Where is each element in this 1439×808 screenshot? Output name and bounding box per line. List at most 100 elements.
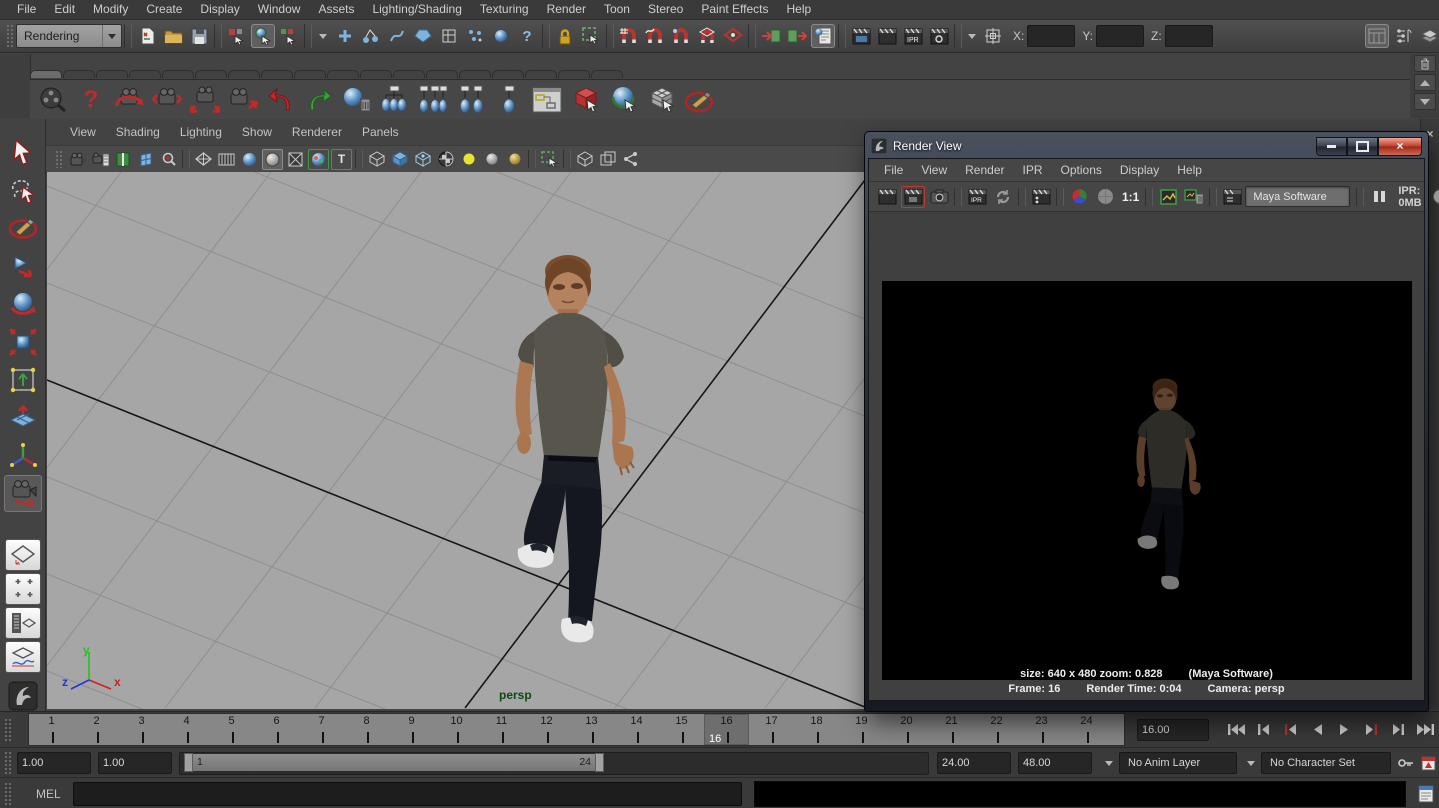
menu-item[interactable]: Texturing	[471, 0, 538, 19]
timeline-frame[interactable]: 20	[884, 714, 929, 745]
rgb-channels-icon[interactable]	[1067, 186, 1091, 208]
menu-item[interactable]: Render	[538, 0, 595, 19]
auto-keyframe-icon[interactable]	[1418, 751, 1438, 775]
node-tree-icon-a[interactable]	[376, 82, 414, 118]
layout-single-pane-button[interactable]	[5, 539, 41, 571]
menu-item[interactable]: Modify	[84, 0, 137, 19]
render-view-menu-item[interactable]: Options	[1052, 163, 1111, 177]
step-forward-key-button[interactable]	[1358, 719, 1385, 741]
universal-manipulator-tool[interactable]	[4, 361, 42, 398]
undo-icon[interactable]	[262, 82, 300, 118]
menu-item[interactable]: Assets	[309, 0, 363, 19]
shelf-trash-icon[interactable]	[1414, 55, 1436, 72]
mel-label[interactable]: MEL	[36, 787, 61, 801]
mask-misc-icon[interactable]: ?	[515, 24, 539, 48]
shelf-tab[interactable]	[591, 70, 623, 78]
snap-plane-icon[interactable]	[695, 24, 719, 48]
lighting-all-icon[interactable]	[458, 149, 479, 170]
select-surface-type-icon[interactable]	[604, 82, 642, 118]
mask-surfaces-icon[interactable]	[411, 24, 435, 48]
delete-unused-icon[interactable]	[338, 82, 376, 118]
panel-menu-item[interactable]: Show	[232, 125, 282, 139]
anim-layer-dropdown-icon[interactable]	[1105, 761, 1113, 766]
textured-mode-icon[interactable]	[308, 149, 329, 170]
shelf-scroll-up-icon[interactable]	[1414, 74, 1436, 91]
range-end-handle[interactable]	[595, 753, 604, 772]
flat-shade-mode-icon[interactable]	[216, 149, 237, 170]
timeline-frame[interactable]: 6	[254, 714, 299, 745]
construction-history-icon[interactable]	[811, 24, 835, 48]
node-tree-icon-d[interactable]	[490, 82, 528, 118]
shelf-tab[interactable]	[294, 70, 326, 78]
current-time-field[interactable]	[1137, 719, 1209, 741]
select-tool[interactable]	[4, 133, 42, 170]
timeline-frame[interactable]: 2	[74, 714, 119, 745]
shelf-tab[interactable]	[426, 70, 458, 78]
overlap-frames-icon[interactable]	[597, 149, 618, 170]
shelf-tab[interactable]	[228, 70, 260, 78]
layout-outliner-persp-button[interactable]	[5, 607, 41, 639]
highlight-selection-icon[interactable]	[579, 24, 603, 48]
menu-set-dropdown[interactable]: Rendering	[16, 24, 122, 48]
attribute-editor-icon[interactable]	[1365, 24, 1389, 48]
show-manipulator-tool[interactable]	[4, 437, 42, 474]
channel-box-icon[interactable]	[1417, 24, 1439, 48]
redo-previous-render-icon[interactable]	[901, 186, 925, 208]
coord-z-input[interactable]	[1165, 25, 1213, 47]
ipr-render-icon[interactable]: IPR	[901, 24, 925, 48]
render-settings-icon[interactable]	[927, 24, 951, 48]
menu-item[interactable]: Edit	[45, 0, 84, 19]
share-nodes-icon[interactable]	[620, 149, 641, 170]
wireframe-on-shaded-icon[interactable]	[285, 149, 306, 170]
node-tree-icon-b[interactable]	[414, 82, 452, 118]
timeline-frame[interactable]: 23	[1019, 714, 1064, 745]
keep-image-icon[interactable]	[1156, 186, 1180, 208]
snap-point-icon[interactable]	[669, 24, 693, 48]
select-component-icon[interactable]	[277, 24, 301, 48]
timeline-frame[interactable]: 22	[974, 714, 1019, 745]
scale-tool[interactable]	[4, 323, 42, 360]
range-slider-bar[interactable]: 1 24	[184, 754, 604, 771]
step-back-frame-button[interactable]	[1250, 719, 1277, 741]
menu-item[interactable]: Help	[778, 0, 821, 19]
script-editor-icon[interactable]	[1414, 782, 1438, 806]
timeline-frame[interactable]: 12	[524, 714, 569, 745]
isolate-cube-icon-b[interactable]	[389, 149, 410, 170]
shelf-tab[interactable]	[30, 70, 62, 78]
set-key-icon[interactable]	[1396, 751, 1416, 775]
selection-highlight-icon[interactable]	[539, 149, 560, 170]
lasso-select-tool[interactable]	[4, 171, 42, 208]
timeline-frame[interactable]: 14	[614, 714, 659, 745]
timeline-frame[interactable]: 24	[1064, 714, 1109, 745]
refresh-ipr-icon[interactable]	[991, 186, 1015, 208]
isolate-cube-icon-c[interactable]	[412, 149, 433, 170]
rotate-tool[interactable]	[4, 285, 42, 322]
divider[interactable]	[748, 24, 756, 48]
rendered-image[interactable]	[882, 281, 1412, 680]
animation-start-field[interactable]	[17, 752, 91, 774]
input-connection-icon[interactable]	[759, 24, 783, 48]
render-view-titlebar[interactable]: Render View ×	[868, 134, 1425, 158]
panel-menu-item[interactable]: Renderer	[282, 125, 352, 139]
timeline-frame[interactable]: 18	[794, 714, 839, 745]
camera-select-icon[interactable]	[66, 149, 87, 170]
shelf-tab[interactable]	[129, 70, 161, 78]
shelf-tab[interactable]	[492, 70, 524, 78]
range-start-handle[interactable]	[184, 753, 193, 772]
divider[interactable]	[542, 24, 550, 48]
rangeslider-grip[interactable]	[4, 751, 11, 775]
timeline-frame[interactable]: 17	[749, 714, 794, 745]
play-forwards-button[interactable]	[1331, 719, 1358, 741]
panel-grip[interactable]	[55, 150, 62, 168]
menu-item[interactable]: Display	[191, 0, 248, 19]
timeline-frame[interactable]: 1	[29, 714, 74, 745]
pause-ipr-icon[interactable]	[1367, 186, 1391, 208]
timeline-frame[interactable]: 8	[344, 714, 389, 745]
film-reel-icon[interactable]	[34, 82, 72, 118]
absolute-transform-icon[interactable]	[981, 24, 1005, 48]
character-set-dropdown-icon[interactable]	[1247, 761, 1255, 766]
timeline-frame[interactable]: 4	[164, 714, 209, 745]
shelf-tab[interactable]	[393, 70, 425, 78]
wireframe-mode-icon[interactable]	[193, 149, 214, 170]
go-to-end-button[interactable]	[1412, 719, 1439, 741]
